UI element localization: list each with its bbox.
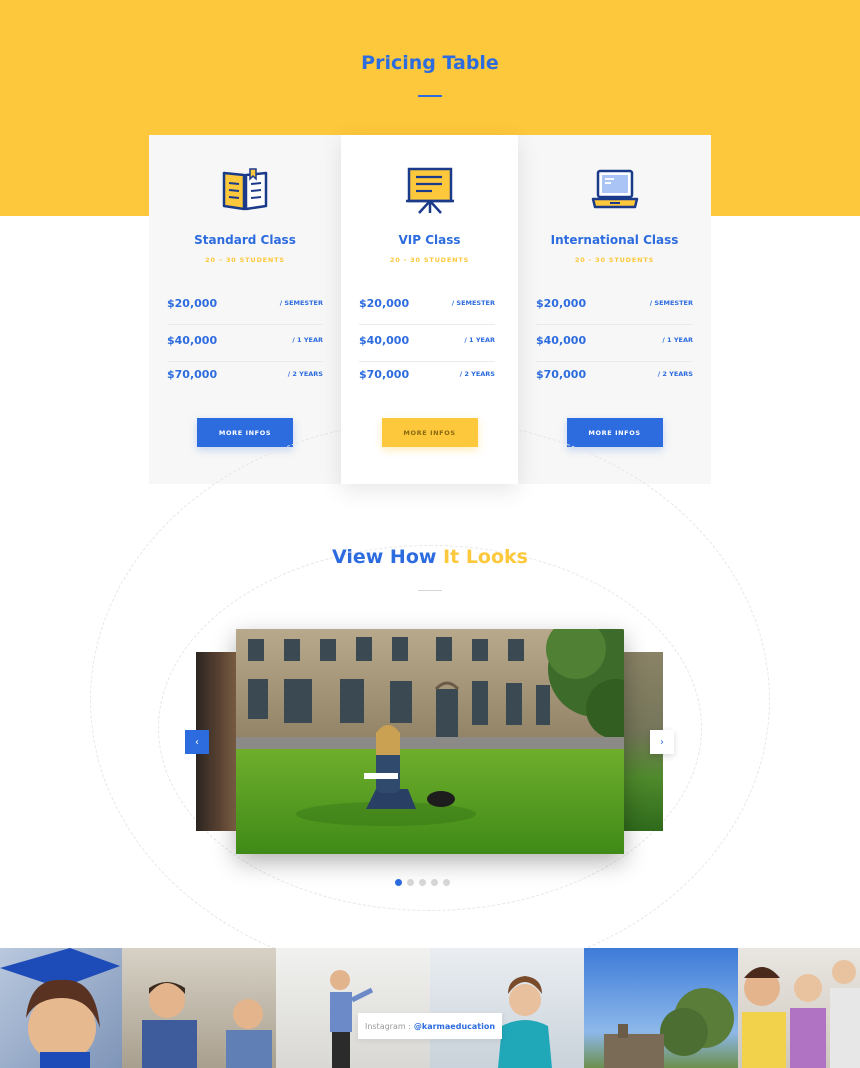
instagram-photo[interactable] (430, 948, 584, 1068)
card-capacity: 20 - 30 STUDENTS (389, 256, 470, 264)
pagination-dot[interactable] (395, 879, 402, 886)
pricing-card-international: International Class 20 - 30 STUDENTS $20… (518, 135, 711, 484)
pricing-card-standard: Standard Class 20 – 30 STUDENTS $20,000 … (149, 135, 341, 484)
laptop-icon (591, 169, 638, 209)
price-row: $40,000 / 1 YEAR (167, 334, 323, 362)
price-period: / 1 YEAR (662, 336, 693, 344)
price-row: $70,000 / 2 YEARS (167, 368, 323, 396)
instagram-label: Instagram : (364, 1021, 411, 1031)
price-period: / 2 YEARS (657, 370, 693, 378)
gallery-title-part1: View How (331, 546, 437, 568)
card-capacity: 20 – 30 STUDENTS (205, 256, 285, 264)
price-amount: $40,000 (536, 334, 587, 347)
pagination-dot[interactable] (431, 879, 438, 886)
pricing-title: Pricing Table (361, 52, 499, 74)
price-amount: $70,000 (359, 368, 410, 381)
price-row: $20,000 / SEMESTER (167, 297, 323, 325)
price-period: / 2 YEARS (287, 370, 323, 378)
instagram-photo[interactable] (122, 948, 276, 1068)
price-amount: $20,000 (359, 297, 410, 310)
price-amount: $40,000 (167, 334, 218, 347)
price-row: $70,000 / 2 YEARS (359, 368, 495, 396)
instagram-handle: @karmaeducation (413, 1021, 496, 1031)
pagination-dot[interactable] (419, 879, 426, 886)
instagram-photo[interactable] (738, 948, 860, 1068)
instagram-photo[interactable] (584, 948, 738, 1068)
card-title: Standard Class (194, 233, 296, 247)
gallery-title: View How It Looks (0, 546, 860, 568)
price-row: $70,000 / 2 YEARS (536, 368, 693, 396)
price-period: / SEMESTER (451, 299, 495, 307)
price-period: / 2 YEARS (459, 370, 495, 378)
presentation-board-icon (405, 167, 454, 214)
more-infos-button[interactable]: MORE INFOS (566, 418, 663, 447)
card-title: International Class (550, 233, 679, 247)
gallery-title-part2: It Looks (443, 546, 528, 568)
book-icon (222, 168, 268, 211)
campus-student-photo (236, 629, 624, 854)
price-period: / 1 YEAR (292, 336, 323, 344)
title-divider (418, 95, 442, 97)
instagram-photo[interactable] (0, 948, 122, 1068)
instagram-photo[interactable] (276, 948, 430, 1068)
chevron-left-icon: ‹ (195, 736, 199, 748)
more-infos-button[interactable]: MORE INFOS (197, 418, 293, 447)
card-capacity: 20 - 30 STUDENTS (574, 256, 655, 264)
card-title: VIP Class (398, 233, 461, 247)
chevron-right-icon: › (660, 736, 664, 748)
pagination-dot[interactable] (443, 879, 450, 886)
gallery-pagination (395, 879, 450, 886)
price-amount: $70,000 (167, 368, 218, 381)
price-period: / SEMESTER (649, 299, 693, 307)
price-amount: $40,000 (359, 334, 410, 347)
gallery-main-slide (236, 629, 624, 854)
price-row: $40,000 / 1 YEAR (359, 334, 495, 362)
price-row: $20,000 / SEMESTER (536, 297, 693, 325)
price-row: $20,000 / SEMESTER (359, 297, 495, 325)
instagram-handle-label[interactable]: Instagram : @karmaeducation (358, 1013, 502, 1039)
price-period: / SEMESTER (279, 299, 323, 307)
title-divider (418, 590, 442, 591)
price-period: / 1 YEAR (464, 336, 495, 344)
price-row: $40,000 / 1 YEAR (536, 334, 693, 362)
pricing-card-vip: VIP Class 20 - 30 STUDENTS $20,000 / SEM… (341, 135, 518, 484)
price-amount: $70,000 (536, 368, 587, 381)
instagram-feed (0, 948, 860, 1068)
gallery-next-button[interactable]: › (650, 730, 674, 754)
more-infos-button[interactable]: MORE INFOS (381, 418, 478, 447)
price-amount: $20,000 (167, 297, 218, 310)
gallery-prev-button[interactable]: ‹ (185, 730, 209, 754)
price-amount: $20,000 (536, 297, 587, 310)
pagination-dot[interactable] (407, 879, 414, 886)
